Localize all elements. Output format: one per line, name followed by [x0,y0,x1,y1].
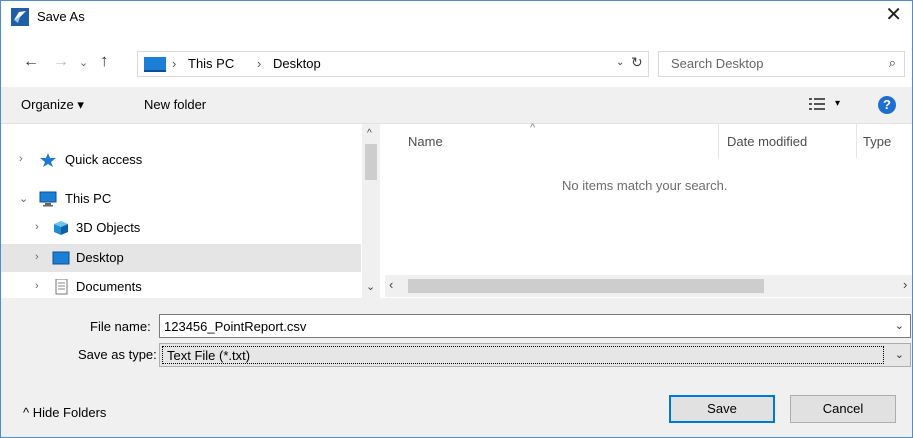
nav-item-label: 3D Objects [76,220,141,235]
sort-ascending-icon: ^ [530,122,536,134]
star-icon [40,153,56,167]
save-as-type-value[interactable]: Text File (*.txt) [167,348,250,363]
view-options-icon[interactable] [809,98,825,110]
nav-item-documents[interactable]: › Documents [1,273,361,301]
column-header-name[interactable]: Name [408,134,443,149]
cancel-button[interactable]: Cancel [790,395,896,423]
scrollbar-thumb[interactable] [365,144,377,180]
column-divider[interactable] [718,124,719,158]
scroll-down-icon[interactable]: ⌄ [366,280,375,293]
document-icon [55,279,68,295]
column-divider[interactable] [856,124,857,158]
help-icon[interactable]: ? [878,96,896,114]
app-icon [11,8,29,26]
save-form: File name: 123456_PointReport.csv ⌄ Save… [1,298,912,437]
breadcrumb-this-pc[interactable]: This PC [188,56,234,71]
empty-state-message: No items match your search. [562,178,728,193]
file-name-field[interactable]: 123456_PointReport.csv ⌄ [159,314,911,338]
scroll-up-icon[interactable]: ^ [367,128,372,139]
save-as-dialog: Save As ✕ ← → ⌄ ↑ › This PC › Desktop ⌄ … [0,0,913,438]
expand-chevron-icon[interactable]: › [19,153,23,165]
computer-icon [39,191,57,207]
recent-locations-chevron-icon[interactable]: ⌄ [79,56,88,69]
nav-item-quick-access[interactable]: › Quick access [1,146,361,174]
save-button[interactable]: Save [669,395,775,423]
column-header-type[interactable]: Type [863,134,891,149]
save-as-type-dropdown-icon[interactable]: ⌄ [895,348,904,361]
address-dropdown-icon[interactable]: ⌄ [616,57,624,68]
desktop-icon [52,251,70,265]
nav-item-label: Documents [76,279,142,294]
this-pc-icon [144,57,166,72]
search-input[interactable]: Search Desktop ⌕ [658,51,905,77]
column-header-date-modified[interactable]: Date modified [727,134,807,149]
new-folder-button[interactable]: New folder [144,97,206,112]
nav-item-label: Desktop [76,250,124,265]
scroll-left-icon[interactable]: ‹ [389,277,393,292]
search-placeholder: Search Desktop [671,56,764,71]
nav-pane-scrollbar[interactable]: ^ ⌄ [362,124,380,298]
dialog-title: Save As [37,9,85,24]
hide-folders-button[interactable]: ^ Hide Folders [23,405,106,420]
nav-item-label: Quick access [65,152,143,167]
save-as-type-select[interactable]: Text File (*.txt) ⌄ [159,343,911,367]
file-name-value[interactable]: 123456_PointReport.csv [164,319,306,334]
cube-icon [54,221,68,235]
back-arrow-icon[interactable]: ← [23,53,39,71]
breadcrumb-desktop[interactable]: Desktop [273,56,321,71]
navigation-pane: › Quick access ⌄ This PC › 3D Objects › … [1,124,361,298]
nav-item-label: This PC [65,191,112,206]
title-bar: Save As ✕ [1,1,912,33]
command-bar: Organize ▾ New folder ▾ ? [1,87,912,124]
view-dropdown-icon[interactable]: ▾ [835,98,840,109]
scroll-right-icon[interactable]: › [903,277,907,292]
file-name-label: File name: [90,319,151,334]
nav-item-this-pc[interactable]: ⌄ This PC [1,185,361,213]
file-name-dropdown-icon[interactable]: ⌄ [895,319,904,332]
address-row: ← → ⌄ ↑ › This PC › Desktop ⌄ ↻ Search D… [1,41,912,85]
search-icon[interactable]: ⌕ [889,55,896,71]
refresh-icon[interactable]: ↻ [631,54,643,71]
forward-arrow-icon[interactable]: → [53,53,69,71]
expand-chevron-icon[interactable]: › [35,251,39,263]
organize-button[interactable]: Organize ▾ [21,97,84,113]
scrollbar-thumb[interactable] [408,279,764,293]
nav-item-3d-objects[interactable]: › 3D Objects [1,214,361,242]
file-list-hscrollbar[interactable]: ‹ › [385,275,912,297]
breadcrumb-separator-icon[interactable]: › [172,56,176,71]
close-icon[interactable]: ✕ [885,5,902,25]
address-bar[interactable]: › This PC › Desktop ⌄ ↻ [137,51,649,77]
collapse-chevron-icon[interactable]: ⌄ [19,192,28,205]
expand-chevron-icon[interactable]: › [35,280,39,292]
focus-rect: Text File (*.txt) [162,346,884,364]
up-arrow-icon[interactable]: ↑ [100,51,109,71]
expand-chevron-icon[interactable]: › [35,221,39,233]
nav-item-desktop[interactable]: › Desktop [1,244,361,272]
file-list: ^ Name Date modified Type No items match… [385,122,912,274]
breadcrumb-separator-icon[interactable]: › [257,56,261,71]
save-as-type-label: Save as type: [78,347,157,362]
